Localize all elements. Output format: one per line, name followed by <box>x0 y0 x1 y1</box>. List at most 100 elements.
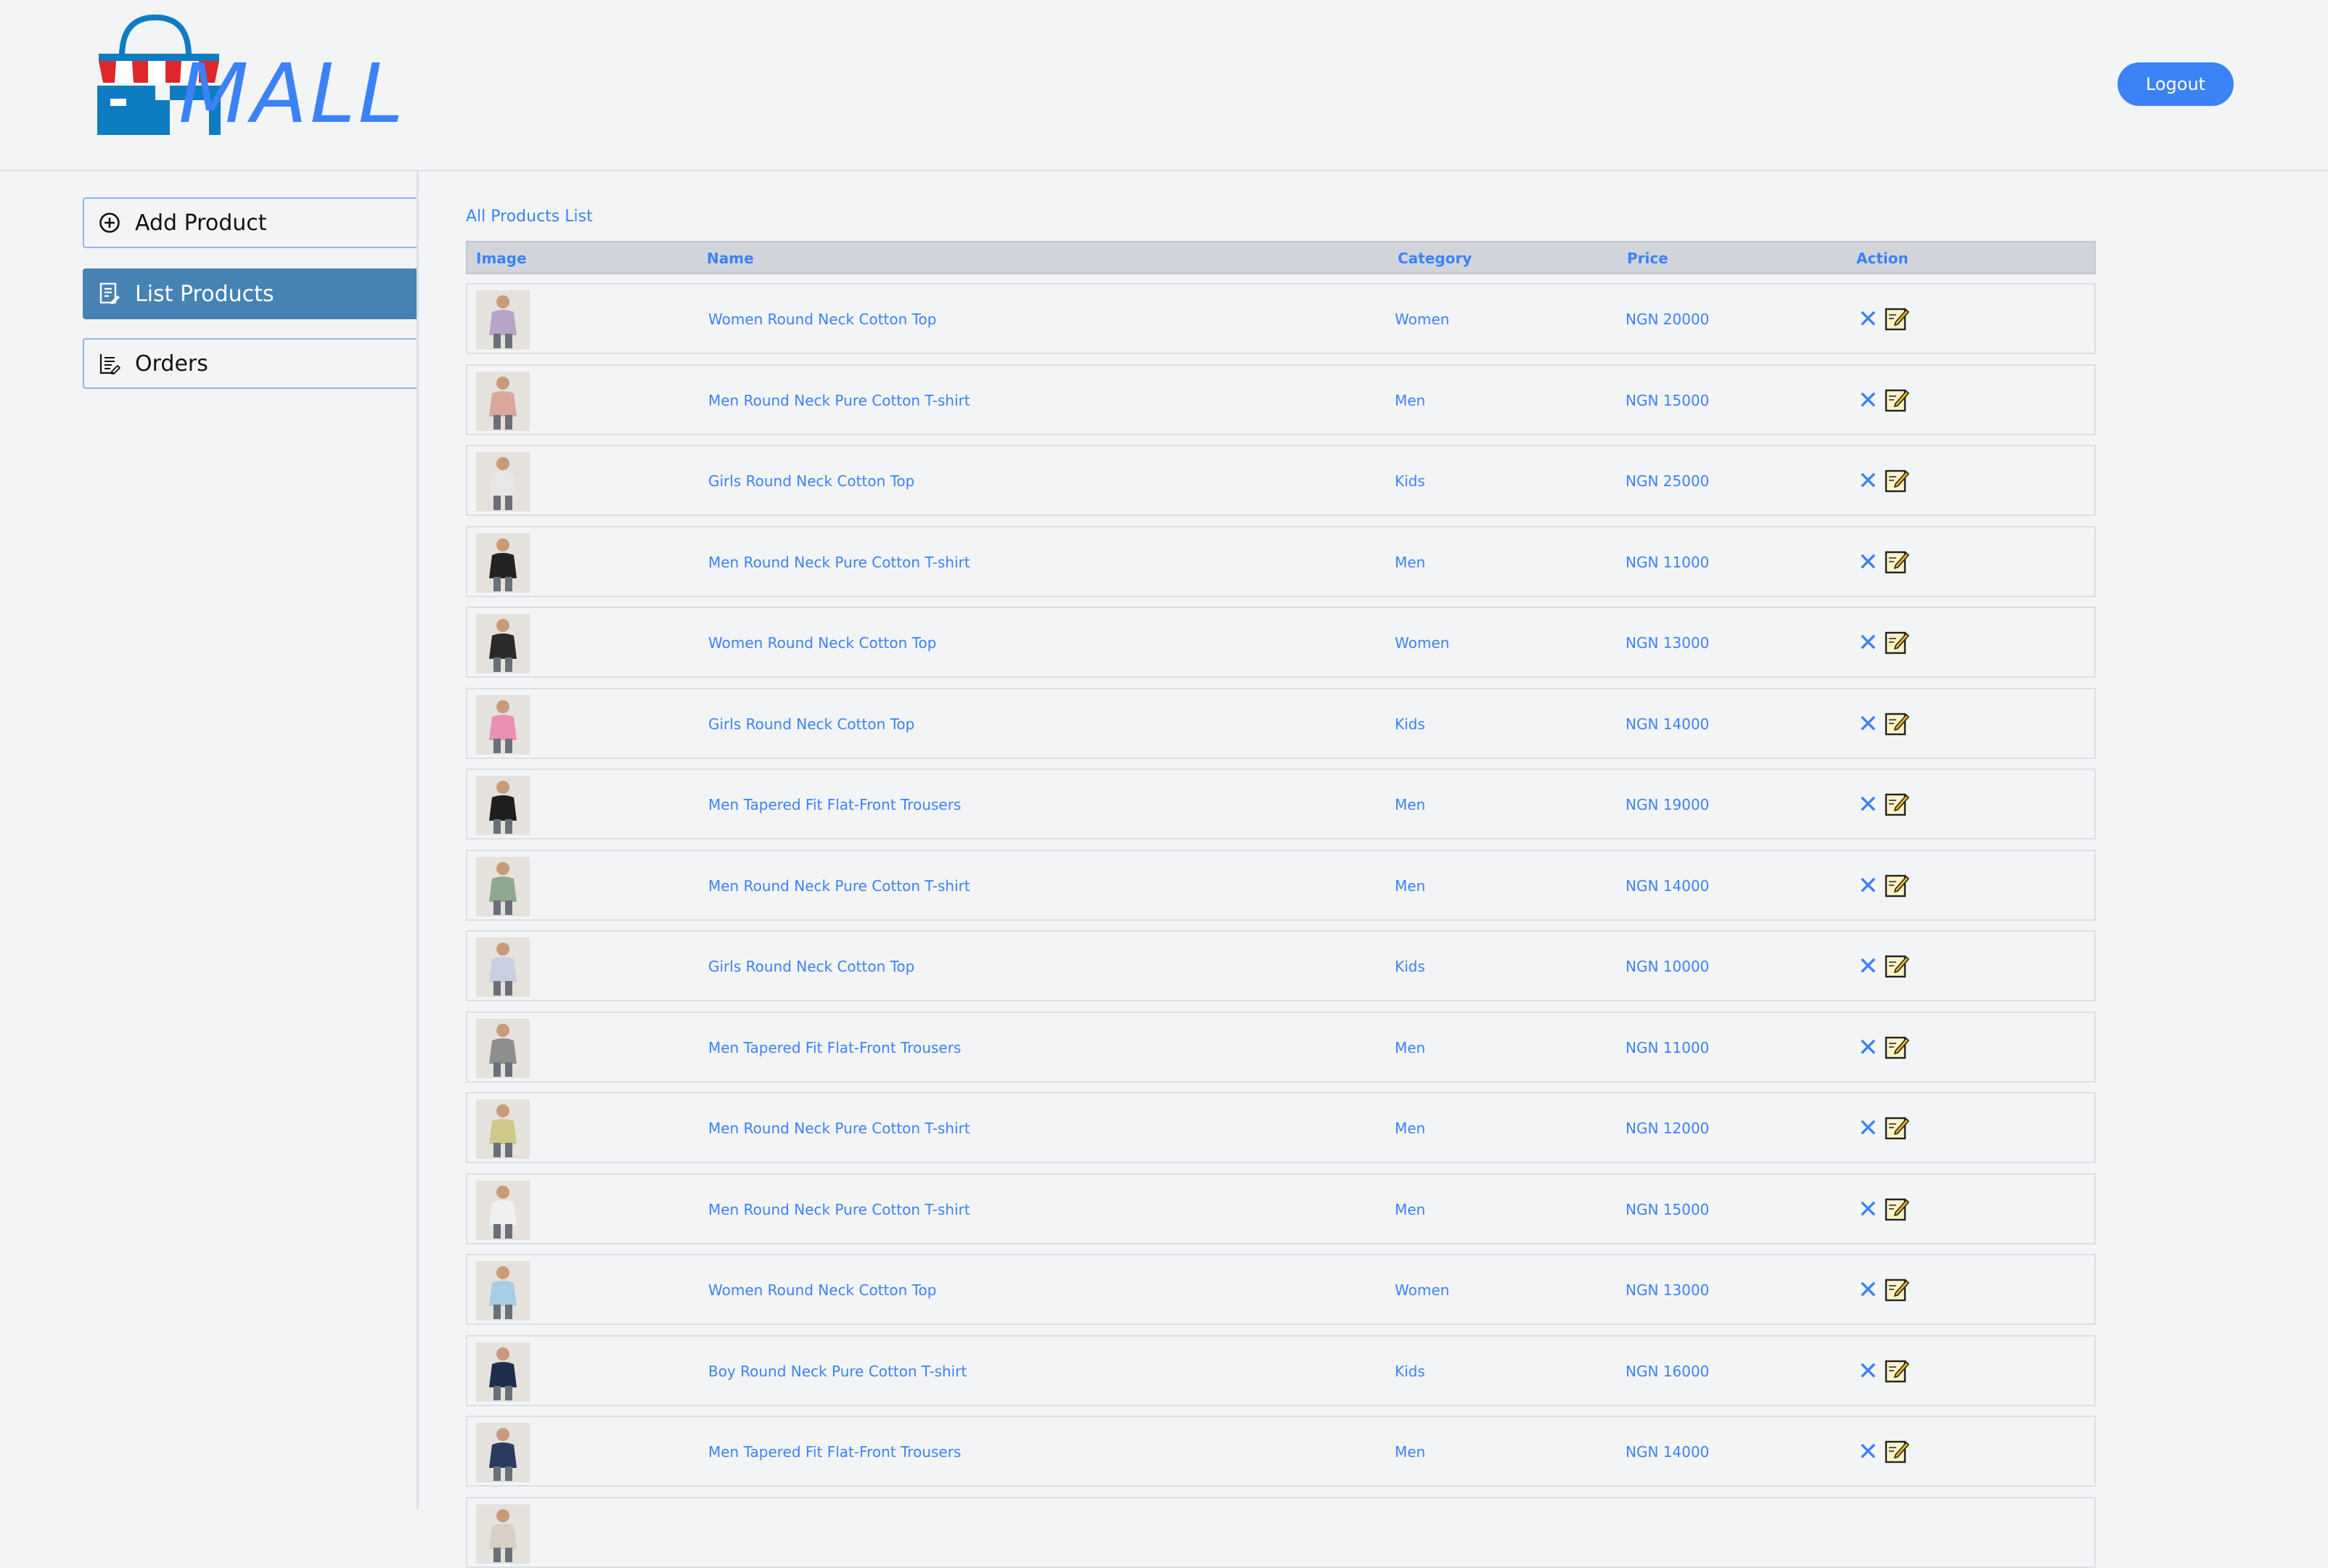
delete-icon[interactable]: ✕ <box>1858 952 1879 981</box>
product-image <box>476 1423 530 1482</box>
edit-icon[interactable] <box>1884 711 1910 737</box>
edit-icon[interactable] <box>1884 873 1910 899</box>
product-image <box>476 776 530 835</box>
cell-name[interactable]: Men Tapered Fit Flat-Front Trousers <box>708 796 961 813</box>
delete-icon[interactable]: ✕ <box>1858 1437 1879 1466</box>
edit-icon[interactable] <box>1884 792 1910 818</box>
delete-icon[interactable]: ✕ <box>1858 386 1879 415</box>
cell-name[interactable]: Men Tapered Fit Flat-Front Trousers <box>708 1039 961 1056</box>
table-row: Boy Round Neck Pure Cotton T-shirt Kids NG… <box>466 1334 2096 1406</box>
delete-icon[interactable]: ✕ <box>1858 548 1879 577</box>
page-title: All Products List <box>466 208 593 226</box>
list-icon <box>97 282 122 306</box>
column-header-price: Price <box>1627 250 1668 267</box>
orders-icon <box>97 351 122 376</box>
column-header-category: Category <box>1398 250 1472 267</box>
sidebar-item-list-products[interactable]: List Products <box>83 268 417 319</box>
cell-name[interactable]: Men Round Neck Pure Cotton T-shirt <box>708 1120 970 1137</box>
cell-name[interactable]: Women Round Neck Cotton Top <box>708 311 936 328</box>
cell-name[interactable]: Men Tapered Fit Flat-Front Trousers <box>708 1443 961 1461</box>
cell-price: NGN 14000 <box>1626 1443 1710 1461</box>
table-row: Women Round Neck Cotton Top Women NGN 1300… <box>466 607 2096 678</box>
sidebar-item-add-product[interactable]: Add Product <box>83 197 417 248</box>
cell-name[interactable]: Girls Round Neck Cotton Top <box>708 472 914 490</box>
edit-icon[interactable] <box>1884 549 1910 575</box>
edit-icon[interactable] <box>1884 306 1910 332</box>
table-header: Image Name Category Price Action <box>466 241 2096 274</box>
cell-name[interactable]: Women Round Neck Cotton Top <box>708 1281 936 1299</box>
product-image <box>476 533 530 593</box>
product-image <box>476 452 530 512</box>
column-header-image: Image <box>476 250 527 267</box>
cell-name[interactable]: Men Round Neck Pure Cotton T-shirt <box>708 877 970 895</box>
sidebar: Add Product List Products Orders <box>0 171 419 1509</box>
product-image <box>476 694 530 755</box>
sidebar-item-orders[interactable]: Orders <box>83 338 417 389</box>
cell-name[interactable]: Girls Round Neck Cotton Top <box>708 715 914 733</box>
table-row: Girls Round Neck Cotton Top Kids NGN 14000… <box>466 687 2096 759</box>
edit-icon[interactable] <box>1884 387 1910 414</box>
cell-category: Men <box>1395 391 1426 409</box>
delete-icon[interactable]: ✕ <box>1858 628 1879 657</box>
edit-icon[interactable] <box>1884 468 1910 494</box>
table-row: Men Round Neck Pure Cotton T-shirt Men NGN… <box>466 364 2096 435</box>
edit-icon[interactable] <box>1884 1035 1910 1061</box>
delete-icon[interactable]: ✕ <box>1858 1195 1879 1224</box>
delete-icon[interactable]: ✕ <box>1858 790 1879 819</box>
product-image <box>476 614 530 673</box>
edit-icon[interactable] <box>1884 1196 1910 1223</box>
cell-price: NGN 13000 <box>1626 634 1710 652</box>
delete-icon[interactable]: ✕ <box>1858 1033 1879 1062</box>
cell-price: NGN 13000 <box>1626 1281 1710 1299</box>
sidebar-item-label: List Products <box>135 281 274 307</box>
logout-button[interactable]: Logout <box>2118 62 2234 106</box>
edit-icon[interactable] <box>1884 1358 1910 1384</box>
table-row: Men Round Neck Pure Cotton T-shirt Men NGN… <box>466 525 2096 597</box>
column-header-name: Name <box>707 250 754 267</box>
cell-name[interactable]: Women Round Neck Cotton Top <box>708 634 936 652</box>
table-row: Men Round Neck Pure Cotton T-shirt Men NGN… <box>466 849 2096 921</box>
table-row: Girls Round Neck Cotton Top Kids NGN 25000… <box>466 445 2096 516</box>
product-image <box>476 290 530 350</box>
cell-category: Kids <box>1395 715 1425 733</box>
edit-icon[interactable] <box>1884 1439 1910 1465</box>
product-image <box>476 856 530 916</box>
cell-price: NGN 14000 <box>1626 877 1710 895</box>
cell-price: NGN 12000 <box>1626 1120 1710 1137</box>
cell-name[interactable]: Men Round Neck Pure Cotton T-shirt <box>708 554 970 571</box>
cell-category: Women <box>1395 311 1450 328</box>
table-row: Women Round Neck Cotton Top Women NGN 2000… <box>466 283 2096 354</box>
delete-icon[interactable]: ✕ <box>1858 1276 1879 1305</box>
edit-icon[interactable] <box>1884 630 1910 656</box>
cell-category: Men <box>1395 1038 1426 1056</box>
cell-price: NGN 19000 <box>1626 796 1710 813</box>
delete-icon[interactable]: ✕ <box>1858 1114 1879 1143</box>
cell-category: Men <box>1395 877 1426 895</box>
edit-icon[interactable] <box>1884 953 1910 980</box>
product-image <box>476 937 530 997</box>
edit-icon[interactable] <box>1884 1277 1910 1303</box>
cell-price: NGN 15000 <box>1626 1200 1710 1218</box>
table-row: Men Tapered Fit Flat-Front Trousers Men NG… <box>466 1416 2096 1487</box>
plus-circle-icon <box>97 210 122 235</box>
table-row <box>466 1496 2096 1568</box>
cell-name[interactable]: Men Round Neck Pure Cotton T-shirt <box>708 392 970 409</box>
table-row: Men Tapered Fit Flat-Front Trousers Men NG… <box>466 768 2096 840</box>
table-row: Women Round Neck Cotton Top Women NGN 1300… <box>466 1254 2096 1325</box>
cell-category: Men <box>1395 1120 1426 1137</box>
delete-icon[interactable]: ✕ <box>1858 305 1879 334</box>
delete-icon[interactable]: ✕ <box>1858 710 1879 739</box>
cell-name[interactable]: Girls Round Neck Cotton Top <box>708 958 914 975</box>
sidebar-item-label: Orders <box>135 350 208 377</box>
sidebar-item-label: Add Product <box>135 210 267 236</box>
delete-icon[interactable]: ✕ <box>1858 871 1879 900</box>
delete-icon[interactable]: ✕ <box>1858 1357 1879 1386</box>
edit-icon[interactable] <box>1884 1115 1910 1141</box>
cell-price: NGN 11000 <box>1626 1038 1710 1056</box>
delete-icon[interactable]: ✕ <box>1858 467 1879 496</box>
table-row: Men Round Neck Pure Cotton T-shirt Men NGN… <box>466 1173 2096 1244</box>
cell-category: Kids <box>1395 1362 1425 1380</box>
cell-price: NGN 16000 <box>1626 1362 1710 1380</box>
cell-name[interactable]: Boy Round Neck Pure Cotton T-shirt <box>708 1363 967 1380</box>
cell-name[interactable]: Men Round Neck Pure Cotton T-shirt <box>708 1201 970 1218</box>
